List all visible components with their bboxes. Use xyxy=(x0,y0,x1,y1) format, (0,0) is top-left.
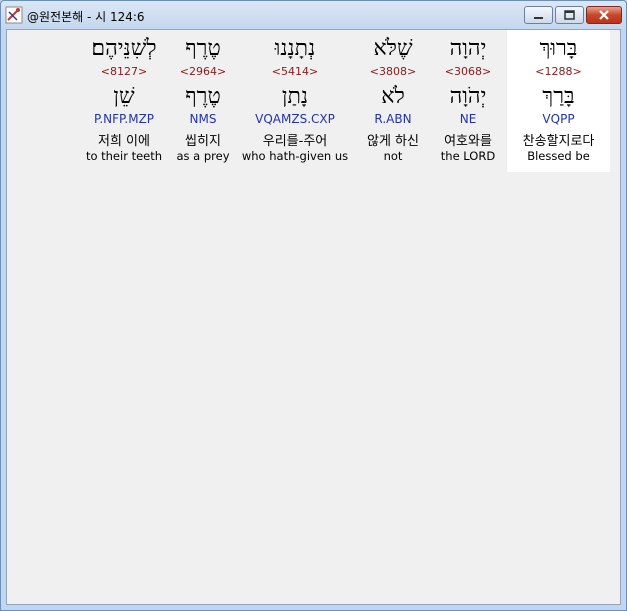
korean-gloss: 않게 하신 xyxy=(367,134,419,149)
interlinear-panel: בָּרוּךְ <1288> בָּרַךְ VQPP 찬송할지로다 Blessed b… xyxy=(6,29,621,605)
close-button[interactable] xyxy=(586,6,622,24)
hebrew-word: לְשִׁנֵּיהֶם׃ xyxy=(91,36,157,61)
korean-gloss: 찬송할지로다 xyxy=(522,134,595,149)
english-gloss: who hath-given us xyxy=(241,149,349,163)
minimize-icon xyxy=(534,17,543,19)
hebrew-word: בָּרוּךְ xyxy=(539,36,578,61)
hebrew-lemma: לֹא xyxy=(381,84,405,109)
parsing-code: P.NFP.MZP xyxy=(93,112,155,126)
strong-number: <3068> xyxy=(444,65,492,78)
title-bar[interactable]: @원전본해 - 시 124:6 xyxy=(1,1,626,29)
hebrew-lemma: טֶרֶף xyxy=(185,84,221,109)
word-column[interactable]: לְשִׁנֵּיהֶם׃ <8127> שֵׁן P.NFP.MZP 저희 이에 to … xyxy=(81,30,167,172)
strong-number: <2964> xyxy=(179,65,227,78)
hebrew-lemma: נָתַן xyxy=(281,84,309,109)
maximize-button[interactable] xyxy=(555,6,584,24)
parsing-code: VQAMZS.CXP xyxy=(255,112,335,126)
strong-number: <1288> xyxy=(535,65,582,78)
parsing-code: NMS xyxy=(189,112,217,126)
korean-gloss: 씹히지 xyxy=(185,134,221,149)
hebrew-lemma: בָּרַךְ xyxy=(542,84,575,109)
window-border xyxy=(1,605,626,610)
english-gloss: Blessed be xyxy=(527,149,590,163)
hebrew-word: טֶרֶף xyxy=(185,36,221,61)
word-column[interactable]: יְהוָה <3068> יְהֹוָה NE 여호와를 the LORD xyxy=(432,30,504,172)
word-column[interactable]: בָּרוּךְ <1288> בָּרַךְ VQPP 찬송할지로다 Blessed b… xyxy=(507,30,610,172)
strong-number: <3808> xyxy=(369,65,417,78)
maximize-icon xyxy=(564,10,575,20)
hebrew-word: יְהוָה xyxy=(449,36,487,61)
strong-number: <5414> xyxy=(271,65,319,78)
word-column[interactable]: טֶרֶף <2964> טֶרֶף NMS 씹히지 as a prey xyxy=(172,30,234,172)
app-window: @원전본해 - 시 124:6 בָּרוּךְ <1288> בָּרַךְ VQP… xyxy=(0,0,627,611)
parsing-code: NE xyxy=(459,112,477,126)
parsing-code: VQPP xyxy=(542,112,575,126)
parsing-code: R.ABN xyxy=(374,112,412,126)
korean-gloss: 저희 이에 xyxy=(98,134,150,149)
hebrew-lemma: יְהֹוָה xyxy=(449,84,487,109)
hebrew-lemma: שֵׁן xyxy=(113,84,135,109)
minimize-button[interactable] xyxy=(524,6,553,24)
word-column[interactable]: נְתָנָנוּ <5414> נָתַן VQAMZS.CXP 우리를-주어 who … xyxy=(239,30,351,172)
word-column[interactable]: שֶׁלֹּא <3808> לֹא R.ABN 않게 하신 not xyxy=(357,30,429,172)
close-icon xyxy=(599,10,609,20)
strong-number: <8127> xyxy=(100,65,148,78)
korean-gloss: 우리를-주어 xyxy=(262,134,328,149)
window-title: @원전본해 - 시 124:6 xyxy=(27,10,145,24)
english-gloss: to their teeth xyxy=(85,149,163,163)
english-gloss: as a prey xyxy=(176,149,230,163)
hebrew-word: נְתָנָנוּ xyxy=(274,36,316,61)
app-logo-icon xyxy=(5,6,23,24)
hebrew-word: שֶׁלֹּא xyxy=(373,36,413,61)
korean-gloss: 여호와를 xyxy=(444,134,492,149)
english-gloss: the LORD xyxy=(440,149,496,163)
english-gloss: not xyxy=(383,149,403,163)
